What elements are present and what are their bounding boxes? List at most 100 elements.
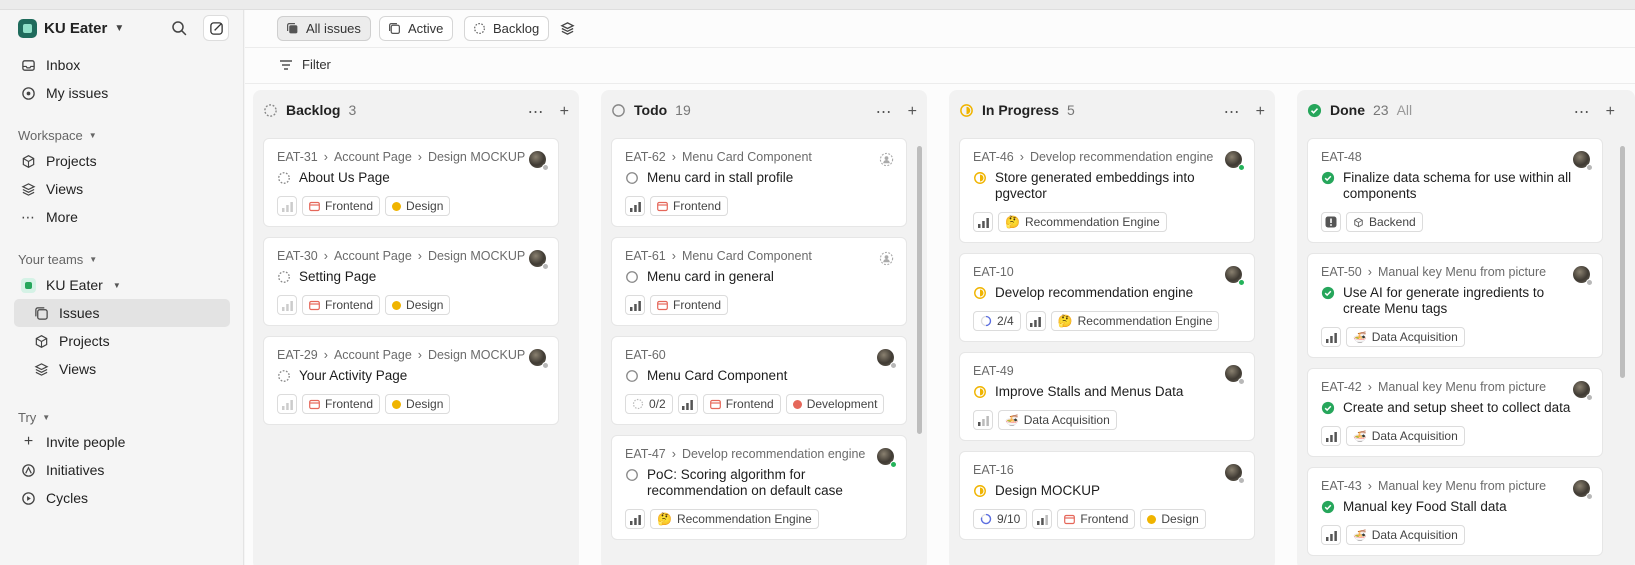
avatar[interactable] — [1573, 266, 1593, 286]
issue-card[interactable]: EAT-10 Develop recommendation engine 2/4… — [959, 253, 1255, 342]
issue-card[interactable]: EAT-60 Menu Card Component 0/2 Frontend … — [611, 336, 907, 425]
issue-card[interactable]: EAT-30 › Account Page › Design MOCKUP Settin… — [263, 237, 559, 326]
avatar[interactable] — [1573, 151, 1593, 171]
tab-active[interactable]: Active — [379, 16, 454, 41]
sidebar-item-more[interactable]: ⋯ More — [14, 203, 230, 231]
label-chip[interactable]: Backend — [1346, 212, 1423, 232]
label-chip[interactable]: Frontend — [650, 295, 729, 315]
tab-backlog[interactable]: Backlog — [464, 16, 550, 41]
label-chip[interactable]: Frontend — [302, 196, 381, 216]
issue-card[interactable]: EAT-16 Design MOCKUP 9/10 Frontend Desig… — [959, 451, 1255, 540]
label-chip[interactable]: 🍜 Data Acquisition — [1346, 327, 1465, 347]
priority-icon[interactable] — [973, 212, 993, 232]
sidebar-item-team[interactable]: KU Eater ▼ — [14, 271, 230, 299]
label-chip[interactable]: Design — [385, 295, 451, 315]
scrollbar[interactable] — [1620, 146, 1625, 378]
more-options-icon[interactable]: ⋯ — [1224, 102, 1240, 122]
priority-icon[interactable] — [1032, 509, 1053, 529]
priority-none-icon[interactable] — [277, 394, 297, 414]
avatar[interactable] — [1225, 464, 1245, 484]
label-chip[interactable]: 🤔 Recommendation Engine — [1050, 311, 1220, 331]
priority-icon[interactable] — [625, 509, 645, 529]
avatar[interactable] — [877, 349, 897, 369]
issue-card[interactable]: EAT-61 › Menu Card Component Menu card in … — [611, 237, 907, 326]
search-button[interactable] — [166, 15, 192, 41]
priority-icon[interactable] — [1025, 311, 1046, 331]
sidebar-item-team-projects[interactable]: Projects — [14, 327, 230, 355]
label-chip[interactable]: Frontend — [302, 394, 381, 414]
more-options-icon[interactable]: ⋯ — [876, 102, 892, 122]
sidebar-item-views[interactable]: Views — [14, 175, 230, 203]
your-teams-section-toggle[interactable]: Your teams ▼ — [18, 252, 97, 267]
avatar[interactable] — [1225, 266, 1245, 286]
label-chip[interactable]: 🤔 Recommendation Engine — [998, 212, 1167, 232]
add-issue-icon[interactable]: + — [1606, 103, 1615, 121]
label-chip[interactable]: Design — [1140, 509, 1206, 529]
tab-all-issues[interactable]: All issues — [277, 16, 371, 41]
issue-card[interactable]: EAT-50 › Manual key Menu from picture Use … — [1307, 253, 1603, 358]
priority-icon[interactable] — [625, 196, 645, 216]
filter-button[interactable]: Filter — [279, 57, 331, 72]
new-issue-button[interactable] — [203, 15, 229, 41]
unassigned-avatar-icon[interactable] — [879, 152, 894, 170]
avatar[interactable] — [1225, 365, 1245, 385]
sub-issue-progress[interactable]: 2/4 — [973, 311, 1021, 331]
workspace-section-toggle[interactable]: Workspace ▼ — [18, 128, 97, 143]
label-chip[interactable]: Design — [385, 196, 451, 216]
issue-card[interactable]: EAT-48 Finalize data schema for use with… — [1307, 138, 1603, 243]
urgent-priority-icon[interactable] — [1321, 212, 1341, 232]
issue-card[interactable]: EAT-31 › Account Page › Design MOCKUP About … — [263, 138, 559, 227]
label-chip[interactable]: 🤔 Recommendation Engine — [650, 509, 819, 529]
sidebar-item-inbox[interactable]: Inbox — [14, 51, 230, 79]
sub-issue-progress[interactable]: 9/10 — [973, 509, 1028, 529]
sidebar-item-projects[interactable]: Projects — [14, 147, 230, 175]
priority-none-icon[interactable] — [277, 196, 297, 216]
add-issue-icon[interactable]: + — [1256, 103, 1265, 121]
issue-card[interactable]: EAT-62 › Menu Card Component Menu card in … — [611, 138, 907, 227]
view-options-button[interactable] — [555, 16, 579, 41]
avatar[interactable] — [1225, 151, 1245, 171]
sidebar-item-team-views[interactable]: Views — [14, 355, 230, 383]
issue-card[interactable]: EAT-29 › Account Page › Design MOCKUP Your A… — [263, 336, 559, 425]
sidebar-item-team-issues[interactable]: Issues — [14, 299, 230, 327]
avatar[interactable] — [529, 250, 549, 270]
priority-none-icon[interactable] — [277, 295, 297, 315]
issue-card[interactable]: EAT-43 › Manual key Menu from picture Manu… — [1307, 467, 1603, 556]
add-issue-icon[interactable]: + — [560, 103, 569, 121]
issue-card[interactable]: EAT-47 › Develop recommendation engine PoC… — [611, 435, 907, 540]
unassigned-avatar-icon[interactable] — [879, 251, 894, 269]
priority-icon[interactable] — [1321, 426, 1341, 446]
priority-icon[interactable] — [973, 410, 993, 430]
scrollbar[interactable] — [917, 146, 922, 434]
workspace-switcher[interactable]: KU Eater ▼ — [18, 19, 124, 38]
try-section-toggle[interactable]: Try ▼ — [18, 410, 50, 425]
priority-icon[interactable] — [677, 394, 698, 414]
avatar[interactable] — [1573, 381, 1593, 401]
more-options-icon[interactable]: ⋯ — [528, 102, 544, 122]
label-chip[interactable]: Frontend — [1057, 509, 1136, 529]
priority-icon[interactable] — [625, 295, 645, 315]
add-issue-icon[interactable]: + — [908, 103, 917, 121]
show-all-link[interactable]: All — [1397, 102, 1413, 118]
label-chip[interactable]: 🍜 Data Acquisition — [998, 410, 1117, 430]
label-chip[interactable]: Development — [785, 394, 885, 414]
label-chip[interactable]: 🍜 Data Acquisition — [1346, 426, 1465, 446]
label-chip[interactable]: Frontend — [702, 394, 781, 414]
label-chip[interactable]: Frontend — [302, 295, 381, 315]
priority-icon[interactable] — [1321, 327, 1341, 347]
sub-issue-progress[interactable]: 0/2 — [625, 394, 673, 414]
label-chip[interactable]: 🍜 Data Acquisition — [1346, 525, 1465, 545]
issue-card[interactable]: EAT-49 Improve Stalls and Menus Data 🍜 Da… — [959, 352, 1255, 441]
avatar[interactable] — [1573, 480, 1593, 500]
avatar[interactable] — [529, 151, 549, 171]
issue-card[interactable]: EAT-42 › Manual key Menu from picture Crea… — [1307, 368, 1603, 457]
avatar[interactable] — [877, 448, 897, 468]
label-chip[interactable]: Design — [385, 394, 451, 414]
sidebar-item-invite[interactable]: + Invite people — [14, 428, 230, 456]
label-chip[interactable]: Frontend — [650, 196, 729, 216]
more-options-icon[interactable]: ⋯ — [1574, 102, 1590, 122]
priority-icon[interactable] — [1321, 525, 1341, 545]
avatar[interactable] — [529, 349, 549, 369]
sidebar-item-cycles[interactable]: Cycles — [14, 484, 230, 512]
sidebar-item-my-issues[interactable]: My issues — [14, 79, 230, 107]
